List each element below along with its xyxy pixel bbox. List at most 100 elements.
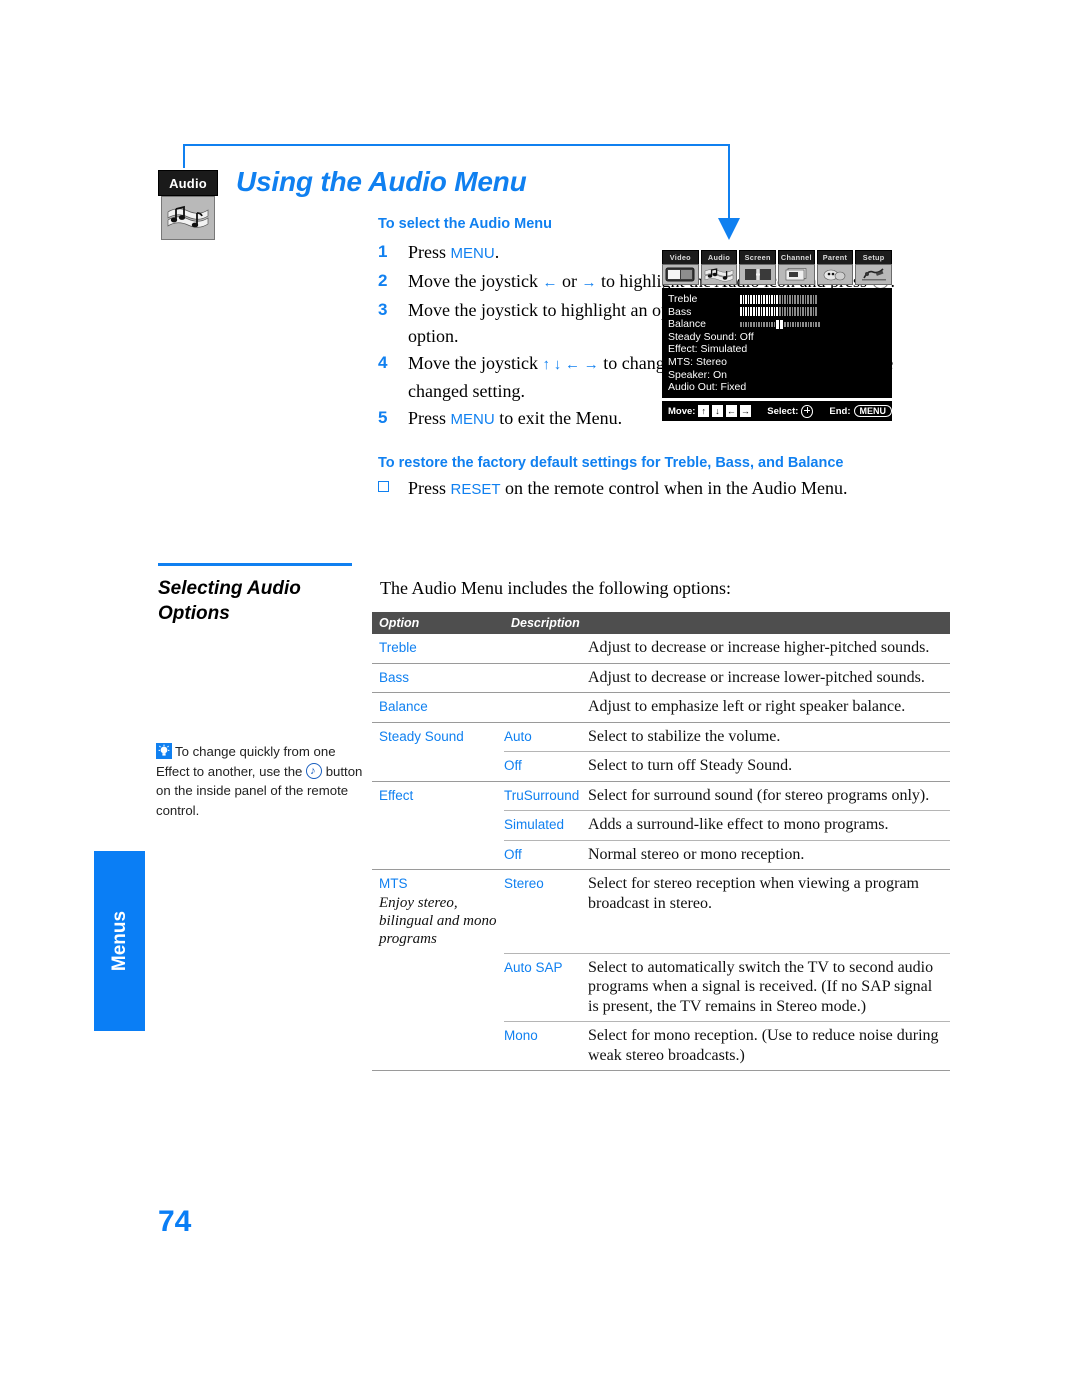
table-cell-description: Adds a surround-like effect to mono prog…	[588, 810, 950, 840]
step-number: 4	[378, 353, 388, 372]
video-screen-icon	[662, 264, 699, 285]
tv-menu-tabbar: Video Audio Screen Channel Parent Setup	[662, 250, 893, 285]
tv-tab-video: Video	[662, 250, 699, 285]
key-reset: RESET	[450, 481, 501, 498]
restore-row: Press RESET on the remote control when i…	[378, 475, 898, 503]
table-cell-option	[372, 840, 504, 870]
audio-badge-label: Audio	[169, 175, 207, 191]
table-cell-description: Adjust to decrease or increase higher-pi…	[588, 639, 930, 656]
table-cell-suboption: Off	[504, 839, 588, 870]
select-label: Select:	[767, 405, 799, 417]
audio-note-icon	[700, 264, 738, 285]
section-title: Selecting Audio Options	[158, 578, 301, 624]
arrow-right-icon: →	[581, 275, 597, 291]
tv-menu-screen: Treble Bass Balance Steady Sound: Off Ef…	[662, 288, 892, 398]
audio-note-icon	[161, 196, 215, 240]
step-text: Press MENU.	[408, 239, 499, 267]
tv-row-steady-sound: Steady Sound: Off	[668, 331, 892, 344]
instructions-heading: To select the Audio Menu	[378, 216, 553, 232]
tip-note: To change quickly from one Effect to ano…	[156, 742, 366, 820]
restore-heading: To restore the factory default settings …	[378, 455, 844, 471]
tv-row-label: Effect: Simulated	[668, 343, 748, 356]
table-cell-suboption	[504, 692, 588, 722]
tv-tab-audio: Audio	[700, 250, 738, 285]
tv-tab-parent: Parent	[816, 250, 854, 285]
audio-menu-badge: Audio	[158, 170, 218, 196]
table-row: Steady Sound Auto Select to stabilize the …	[372, 721, 950, 752]
tv-tab-label: Video	[662, 250, 699, 264]
tv-menu-screenshot: Video Audio Screen Channel Parent Setup …	[662, 250, 893, 421]
tv-tab-label: Setup	[855, 250, 893, 264]
manual-page: Audio Using the Audio Menu To select the…	[0, 0, 1080, 1397]
table-cell-description: Normal stereo or mono reception.	[588, 839, 950, 870]
table-row: Off Normal stereo or mono reception.	[372, 839, 950, 870]
table-intro-text: The Audio Menu includes the following op…	[380, 578, 731, 598]
table-cell-option: Balance	[372, 692, 504, 722]
table-cell-suboption: Off	[504, 751, 588, 781]
tv-row-bass: Bass	[668, 306, 892, 319]
table-cell-suboption: Auto SAP	[504, 952, 588, 1022]
table-row: Balance Adjust to emphasize left or right…	[372, 692, 950, 722]
step-text-a: Press	[408, 242, 451, 262]
table-cell-option	[372, 811, 504, 841]
checkbox-bullet-icon	[378, 475, 408, 501]
step-text-b: .	[494, 242, 500, 262]
tv-row-treble: Treble	[668, 293, 892, 306]
tv-tab-setup: Setup	[855, 250, 893, 285]
step-number: 3	[378, 300, 388, 319]
tv-row-audio-out: Audio Out: Fixed	[668, 381, 892, 394]
tv-tab-label: Channel	[778, 250, 815, 264]
table-row: Effect TruSurround Select for surround sou…	[372, 780, 950, 811]
table-header-row: Option Description	[372, 612, 950, 634]
table-cell-description: Select to stabilize the volume.	[588, 721, 950, 752]
audio-options-table: Option Description Treble Adjust to decre…	[372, 612, 950, 1071]
table-cell-suboption: Mono	[504, 1021, 588, 1071]
tv-row-label: MTS: Stereo	[668, 355, 727, 368]
table-row: Bass Adjust to decrease or increase lower…	[372, 662, 950, 693]
table-cell-option	[372, 1021, 504, 1071]
key-menu: MENU	[450, 411, 495, 428]
tv-row-label: Audio Out: Fixed	[668, 381, 747, 394]
tv-tab-channel: Channel	[778, 250, 815, 285]
table-cell-description: Select for surround sound (for stereo pr…	[588, 780, 950, 811]
channel-list-icon	[778, 264, 815, 285]
bass-level-bar	[740, 307, 817, 317]
restore-text-b: on the remote control when in the Audio …	[500, 478, 848, 498]
table-row: Treble Adjust to decrease or increase hig…	[372, 634, 950, 663]
table-cell-suboption: Auto	[504, 721, 588, 752]
parent-lock-icon	[816, 264, 854, 285]
tv-tab-label: Parent	[816, 250, 854, 264]
end-label: End:	[829, 405, 851, 417]
restore-text-a: Press	[408, 478, 451, 498]
page-title: Using the Audio Menu	[236, 166, 527, 197]
restore-text: Press RESET on the remote control when i…	[408, 475, 847, 503]
table-cell-option-note: Enjoy stereo, bilingual and mono program…	[379, 895, 497, 947]
treble-level-bar	[740, 294, 817, 304]
arrow-right-key-icon: →	[739, 405, 751, 417]
step-text-a: Move the joystick	[408, 271, 543, 291]
step-number: 2	[378, 271, 388, 290]
table-cell-suboption	[504, 634, 588, 663]
step-text-a: Press	[408, 408, 451, 428]
callout-line-left	[183, 144, 185, 168]
table-row: MTS Enjoy stereo, bilingual and mono prog…	[372, 869, 950, 953]
table-cell-description: Select for mono reception. (Use to reduc…	[588, 1021, 950, 1071]
tv-row-label: Steady Sound: Off	[668, 330, 754, 343]
table-header-description: Description	[504, 612, 950, 634]
arrow-down-key-icon: ↓	[712, 405, 723, 417]
balance-level-bar	[740, 319, 820, 329]
sidebar-section-tab-menus: Menus	[94, 851, 145, 1031]
tv-row-label: Bass	[668, 305, 692, 318]
tv-tab-screen: Screen	[739, 250, 777, 285]
table-row: Mono Select for mono reception. (Use to r…	[372, 1021, 950, 1071]
table-header-option: Option	[372, 612, 504, 634]
callout-line-horizontal	[183, 144, 730, 146]
move-label: Move:	[668, 405, 696, 417]
tv-row-effect: Effect: Simulated	[668, 343, 892, 356]
table-cell-suboption: Stereo	[504, 869, 588, 953]
section-rule	[158, 563, 352, 566]
step-text-b: to exit the Menu.	[494, 408, 623, 428]
tv-row-balance: Balance	[668, 318, 892, 331]
select-plus-icon	[801, 404, 813, 418]
table-cell-option: Treble	[379, 640, 417, 655]
